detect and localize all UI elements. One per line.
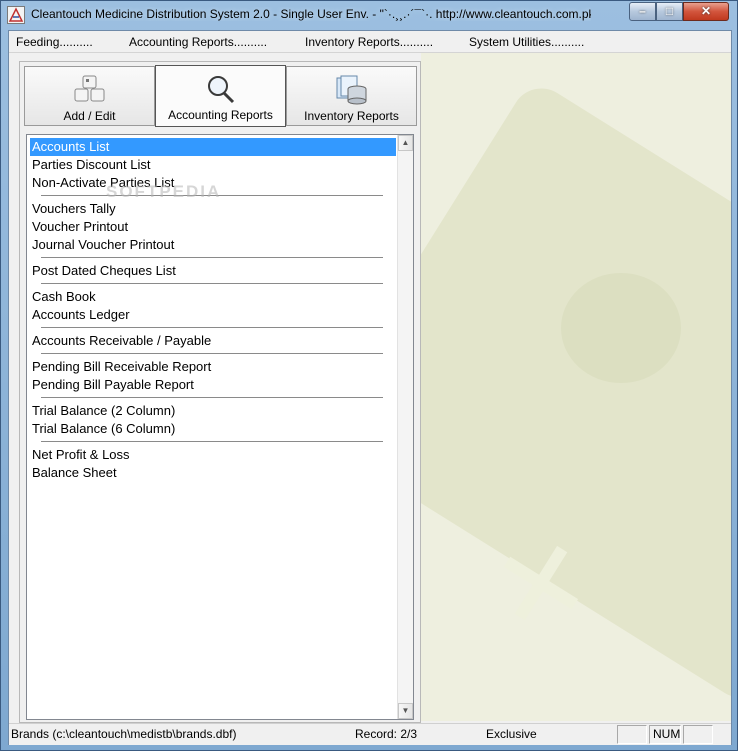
tab-add-edit[interactable]: Add / Edit [24,66,155,126]
client-area: Feeding.......... Accounting Reports....… [8,30,732,745]
list-item-voucher-printout[interactable]: Voucher Printout [30,218,128,236]
tab-accounting-reports[interactable]: Accounting Reports [155,65,286,127]
list-item-pending-bill-payable-report[interactable]: Pending Bill Payable Report [30,376,194,394]
close-button[interactable]: ✕ [683,2,729,21]
softpedia-watermark: SOFTPEDIA [106,182,222,201]
list-item-accounts-list[interactable]: Accounts List [30,138,396,156]
app-icon[interactable] [7,6,25,24]
maximize-icon: □ [665,4,674,18]
menu-accounting-reports[interactable]: Accounting Reports.......... [129,35,267,49]
status-mode: Exclusive [486,727,537,741]
list-item-trial-balance-6-column[interactable]: Trial Balance (6 Column) [30,420,175,438]
menu-feeding[interactable]: Feeding.......... [16,35,93,49]
application-window: Cleantouch Medicine Distribution System … [0,0,738,751]
list-separator [41,397,383,398]
database-documents-icon [335,75,369,105]
list-separator [41,327,383,328]
scroll-down-button[interactable]: ▼ [398,703,413,719]
minimize-button[interactable]: – [629,2,656,21]
window-title: Cleantouch Medicine Distribution System … [31,7,591,21]
list-item-parties-discount-list[interactable]: Parties Discount List [30,156,151,174]
status-indicator-num: NUM [649,725,681,744]
list-item-post-dated-cheques-list[interactable]: Post Dated Cheques List [30,262,176,280]
list-separator [41,257,383,258]
list-scrollbar[interactable]: ▲ ▼ [397,135,413,719]
menu-system-utilities[interactable]: System Utilities.......... [469,35,584,49]
list-separator [41,353,383,354]
tab-inventory-reports[interactable]: Inventory Reports [286,66,417,126]
list-item-accounts-ledger[interactable]: Accounts Ledger [30,306,130,324]
report-list[interactable]: Accounts List Parties Discount List Non-… [26,134,414,720]
list-item-cash-book[interactable]: Cash Book [30,288,96,306]
list-item-trial-balance-2-column[interactable]: Trial Balance (2 Column) [30,402,175,420]
scroll-up-button[interactable]: ▲ [398,135,413,151]
minimize-icon: – [639,4,646,18]
reports-panel: Add / Edit Accounting Reports Inventory … [19,61,421,723]
background-watermark-image [421,53,731,721]
list-item-pending-bill-receivable-report[interactable]: Pending Bill Receivable Report [30,358,211,376]
list-separator [41,283,383,284]
menu-bar: Feeding.......... Accounting Reports....… [9,31,731,53]
keyboard-keys-icon [73,75,107,105]
magnifier-icon [204,74,238,104]
status-bar: Brands (c:\cleantouch\medistb\brands.dbf… [9,723,731,745]
menu-inventory-reports[interactable]: Inventory Reports.......... [305,35,433,49]
status-indicator-caps [617,725,647,744]
list-separator [41,441,383,442]
title-bar[interactable]: Cleantouch Medicine Distribution System … [1,1,737,29]
list-item-journal-voucher-printout[interactable]: Journal Voucher Printout [30,236,174,254]
status-file: Brands (c:\cleantouch\medistb\brands.dbf… [11,727,237,741]
list-item-net-profit-loss[interactable]: Net Profit & Loss [30,446,130,464]
close-icon: ✕ [700,4,712,18]
tab-add-edit-label: Add / Edit [63,109,116,123]
status-indicator-scroll [683,725,713,744]
list-item-vouchers-tally[interactable]: Vouchers Tally [30,200,116,218]
status-record: Record: 2/3 [355,727,418,741]
list-item-accounts-receivable-payable[interactable]: Accounts Receivable / Payable [30,332,211,350]
list-item-balance-sheet[interactable]: Balance Sheet [30,464,117,482]
maximize-button[interactable]: □ [656,2,683,21]
tab-accounting-reports-label: Accounting Reports [168,108,273,122]
tab-inventory-reports-label: Inventory Reports [304,109,399,123]
